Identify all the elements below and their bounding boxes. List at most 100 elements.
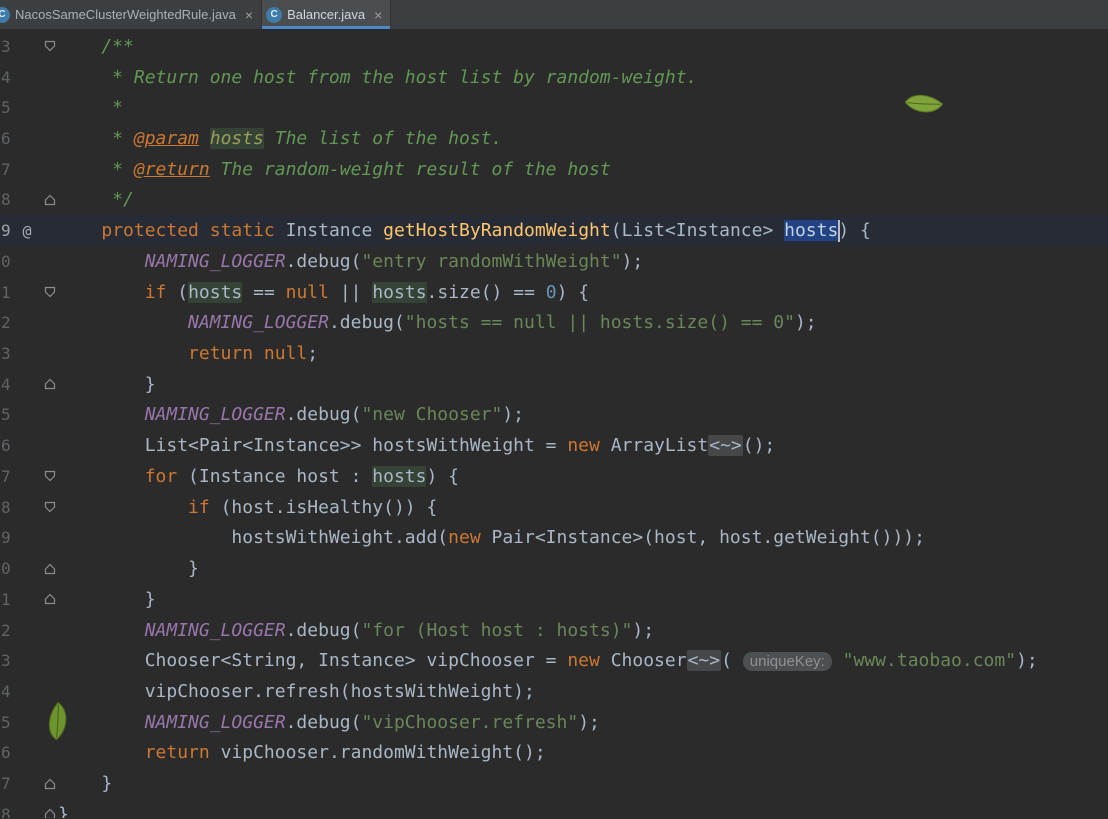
code-token: ); bbox=[621, 250, 644, 272]
code-token: The random-weight result of the host bbox=[209, 158, 611, 180]
code-token: * bbox=[58, 97, 124, 119]
code-text: } bbox=[58, 589, 1108, 610]
code-token: 0 bbox=[545, 281, 557, 303]
folded-type-parameters[interactable]: <~> bbox=[708, 435, 743, 457]
code-token: vipChooser.refresh(hostsWithWeight); bbox=[58, 680, 535, 702]
code-line[interactable]: 2 NAMING_LOGGER.debug("for (Host host : … bbox=[0, 615, 1108, 646]
close-tab-icon[interactable]: × bbox=[374, 8, 382, 22]
code-line[interactable]: 8} bbox=[0, 799, 1108, 818]
folded-type-parameters[interactable]: <~> bbox=[686, 650, 722, 672]
code-line[interactable]: 4 } bbox=[0, 369, 1108, 400]
code-line[interactable]: 6 * @param hosts The list of the host. bbox=[0, 123, 1108, 154]
code-text: } bbox=[58, 773, 1108, 794]
code-token: getHostByRandomWeight bbox=[383, 219, 611, 241]
code-token: List<Pair<Instance>> hostsWithWeight = bbox=[58, 435, 568, 457]
code-token: null bbox=[263, 343, 308, 365]
tab-balancer[interactable]: C Balancer.java × bbox=[262, 0, 392, 29]
code-text: NAMING_LOGGER.debug("entry randomWithWei… bbox=[58, 251, 1108, 272]
tab-label: NacosSameClusterWeightedRule.java bbox=[15, 7, 236, 22]
code-line[interactable]: 8 if (host.isHealthy()) { bbox=[0, 492, 1108, 523]
code-text: Chooser<String, Instance> vipChooser = n… bbox=[58, 650, 1108, 672]
fold-collapse-icon[interactable] bbox=[41, 470, 58, 482]
code-line[interactable]: 7 * @return The random-weight result of … bbox=[0, 154, 1108, 185]
line-number: 2 bbox=[1, 620, 11, 640]
code-token: static bbox=[209, 219, 275, 241]
code-text: if (hosts == null || hosts.size() == 0) … bbox=[58, 281, 1108, 303]
code-token: * bbox=[58, 158, 134, 180]
fold-collapse-icon[interactable] bbox=[41, 40, 58, 52]
code-token: protected bbox=[101, 219, 199, 241]
code-line[interactable]: 3 return null; bbox=[0, 338, 1108, 369]
code-line[interactable]: 1 } bbox=[0, 584, 1108, 615]
code-text: * @return The random-weight result of th… bbox=[58, 159, 1108, 180]
code-token: .debug( bbox=[285, 711, 362, 733]
code-token: (host.isHealthy()) { bbox=[209, 496, 438, 518]
code-token: .debug( bbox=[285, 619, 362, 641]
code-token: "vipChooser.refresh" bbox=[361, 711, 579, 733]
javadoc-tag: @param bbox=[133, 128, 199, 150]
code-line[interactable]: 8 */ bbox=[0, 185, 1108, 216]
code-token: ); bbox=[794, 312, 817, 334]
code-line[interactable]: 2 NAMING_LOGGER.debug("hosts == null || … bbox=[0, 307, 1108, 338]
code-text: NAMING_LOGGER.debug("vipChooser.refresh"… bbox=[58, 712, 1108, 733]
code-line[interactable]: 5 * bbox=[0, 92, 1108, 123]
code-text: * Return one host from the host list by … bbox=[58, 67, 1108, 88]
code-text: if (host.isHealthy()) { bbox=[58, 497, 1108, 518]
code-line[interactable]: 4 * Return one host from the host list b… bbox=[0, 62, 1108, 93]
parameter-name-hint[interactable]: uniqueKey: bbox=[742, 652, 832, 672]
fold-expand-icon[interactable] bbox=[41, 563, 58, 575]
code-token: * bbox=[58, 128, 134, 150]
code-token: } bbox=[58, 803, 69, 818]
code-line[interactable]: 7 for (Instance host : hosts) { bbox=[0, 461, 1108, 492]
code-text: * bbox=[58, 97, 1108, 118]
code-editor[interactable]: 3 /** 4 * Return one host from the host l… bbox=[0, 30, 1108, 818]
code-line[interactable]: 3 /** bbox=[0, 31, 1108, 62]
code-line[interactable]: 1 if (hosts == null || hosts.size() == 0… bbox=[0, 277, 1108, 308]
tab-nacos-same-cluster-weighted-rule[interactable]: C NacosSameClusterWeightedRule.java × bbox=[0, 0, 263, 29]
code-token: new bbox=[448, 527, 481, 549]
code-line[interactable]: 6 return vipChooser.randomWithWeight(); bbox=[0, 738, 1108, 769]
code-line[interactable]: 9 hostsWithWeight.add(new Pair<Instance>… bbox=[0, 523, 1108, 554]
fold-expand-icon[interactable] bbox=[41, 778, 58, 790]
code-line[interactable]: 9 @ protected static Instance getHostByRa… bbox=[0, 215, 1108, 247]
code-token: .size() == bbox=[426, 281, 546, 303]
fold-collapse-icon[interactable] bbox=[41, 286, 58, 298]
close-tab-icon[interactable]: × bbox=[245, 8, 253, 22]
line-number: 4 bbox=[1, 67, 11, 87]
fold-expand-icon[interactable] bbox=[41, 194, 58, 206]
code-line[interactable]: 3 Chooser<String, Instance> vipChooser =… bbox=[0, 645, 1108, 676]
code-text: return vipChooser.randomWithWeight(); bbox=[58, 742, 1108, 763]
line-number: 0 bbox=[1, 251, 11, 271]
code-line[interactable]: 7 } bbox=[0, 768, 1108, 799]
ide-window: C NacosSameClusterWeightedRule.java × C … bbox=[0, 0, 1108, 818]
fold-expand-icon[interactable] bbox=[41, 378, 58, 390]
code-token: return bbox=[144, 742, 210, 764]
code-line[interactable]: 4 vipChooser.refresh(hostsWithWeight); bbox=[0, 676, 1108, 707]
code-line[interactable]: 0 NAMING_LOGGER.debug("entry randomWithW… bbox=[0, 246, 1108, 277]
code-line[interactable]: 0 } bbox=[0, 553, 1108, 584]
code-token: } bbox=[58, 373, 156, 395]
code-line[interactable]: 5 NAMING_LOGGER.debug("new Chooser"); bbox=[0, 400, 1108, 431]
code-line[interactable]: 5 NAMING_LOGGER.debug("vipChooser.refres… bbox=[0, 707, 1108, 738]
code-token: The list of the host. bbox=[263, 128, 503, 150]
code-token: } bbox=[58, 558, 199, 580]
code-token: .debug( bbox=[328, 312, 405, 334]
code-text: */ bbox=[58, 189, 1108, 210]
editor-tab-bar: C NacosSameClusterWeightedRule.java × C … bbox=[0, 0, 1108, 30]
code-line[interactable]: 6 List<Pair<Instance>> hostsWithWeight =… bbox=[0, 430, 1108, 461]
fold-expand-icon[interactable] bbox=[41, 593, 58, 605]
code-token: Chooser bbox=[599, 650, 687, 672]
fold-expand-icon[interactable] bbox=[41, 808, 58, 818]
line-number: 8 bbox=[1, 190, 11, 210]
code-token: ); bbox=[632, 619, 655, 641]
class-icon: C bbox=[0, 6, 10, 23]
fold-collapse-icon[interactable] bbox=[41, 501, 58, 513]
line-number: 3 bbox=[1, 36, 11, 56]
line-number: 7 bbox=[1, 774, 11, 794]
